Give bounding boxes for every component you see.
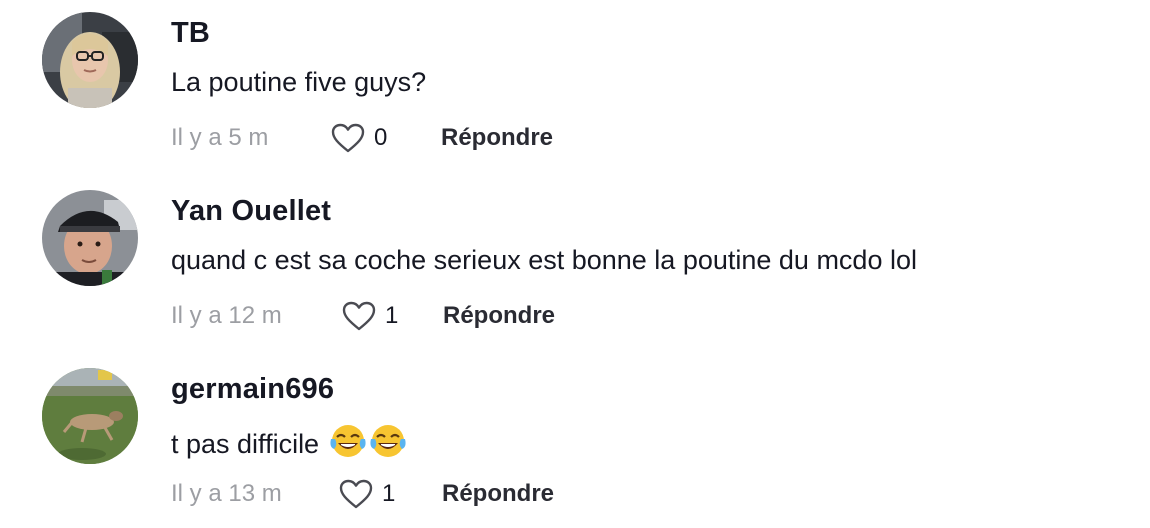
face-with-tears-of-joy-icon bbox=[369, 423, 407, 466]
heart-outline-icon bbox=[339, 479, 373, 509]
comment-meta: Il y a 12 m 1 Répondre bbox=[171, 300, 871, 332]
like-count: 1 bbox=[382, 480, 396, 507]
username[interactable]: Yan Ouellet bbox=[171, 195, 331, 228]
avatar[interactable] bbox=[42, 368, 138, 464]
like-count: 0 bbox=[374, 124, 388, 151]
timestamp: Il y a 5 m bbox=[171, 124, 269, 151]
reply-button[interactable]: Répondre bbox=[443, 302, 555, 330]
reply-button[interactable]: Répondre bbox=[441, 124, 553, 152]
reply-button[interactable]: Répondre bbox=[442, 480, 554, 508]
username[interactable]: germain696 bbox=[171, 373, 334, 406]
avatar[interactable] bbox=[42, 190, 138, 286]
user-photo-icon bbox=[42, 190, 138, 286]
user-photo-icon bbox=[42, 368, 138, 464]
face-with-tears-of-joy-icon bbox=[329, 423, 367, 466]
comment-text: t pas difficile bbox=[171, 423, 407, 466]
comment-text: La poutine five guys? bbox=[171, 67, 427, 97]
heart-outline-icon bbox=[342, 301, 376, 331]
comment-meta: Il y a 5 m 0 Répondre bbox=[171, 122, 871, 154]
avatar[interactable] bbox=[42, 12, 138, 108]
comment-item: germain696 t pas difficile Il y a 13 m 1… bbox=[0, 356, 1150, 526]
comment-item: TB La poutine five guys? Il y a 5 m 0 Ré… bbox=[0, 0, 1150, 170]
like-count: 1 bbox=[385, 302, 399, 329]
like-button[interactable]: 1 bbox=[338, 478, 395, 510]
comment-item: Yan Ouellet quand c est sa coche serieux… bbox=[0, 178, 1150, 348]
timestamp: Il y a 12 m bbox=[171, 302, 282, 329]
username[interactable]: TB bbox=[171, 17, 210, 50]
like-button[interactable]: 0 bbox=[330, 122, 387, 154]
comment-text-body: t pas difficile bbox=[171, 429, 320, 459]
comment-meta: Il y a 13 m 1 Répondre bbox=[171, 478, 871, 510]
timestamp: Il y a 13 m bbox=[171, 480, 282, 507]
like-button[interactable]: 1 bbox=[341, 300, 398, 332]
heart-outline-icon bbox=[331, 123, 365, 153]
comment-text: quand c est sa coche serieux est bonne l… bbox=[171, 245, 917, 275]
user-photo-icon bbox=[42, 12, 138, 108]
